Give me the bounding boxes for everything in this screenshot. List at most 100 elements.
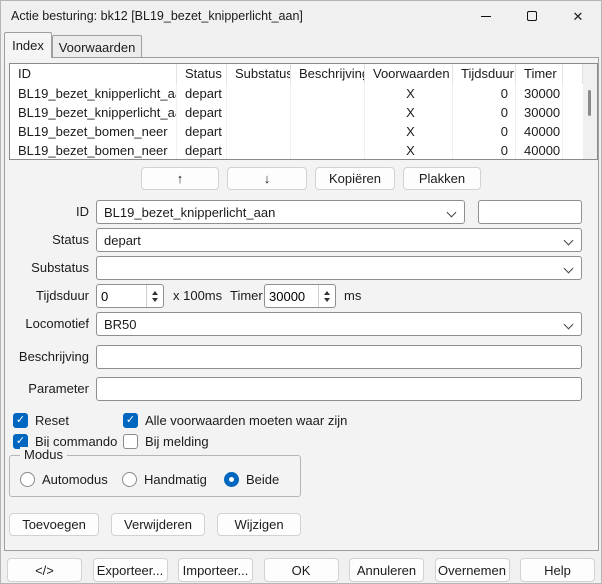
chevron-down-icon: [564, 320, 574, 330]
cell-beschrijving: [291, 103, 365, 122]
checkbox-checked-icon: ✓: [13, 413, 28, 428]
table-row[interactable]: BL19_bezet_bomen_neer depart X 0 40000: [10, 122, 583, 141]
modus-legend: Modus: [20, 447, 67, 462]
table-scrollbar[interactable]: [583, 64, 597, 159]
cell-voorwaarden: X: [365, 84, 453, 103]
column-header[interactable]: Beschrijving: [291, 64, 365, 84]
cell-beschrijving: [291, 141, 365, 159]
cell-beschrijving: [291, 84, 365, 103]
automodus-radio[interactable]: Automodus: [20, 470, 108, 488]
beide-radio[interactable]: Beide: [224, 470, 279, 488]
maximize-icon: [527, 11, 537, 21]
cell-filler: [563, 122, 583, 141]
stepper-arrows[interactable]: [146, 285, 163, 307]
cell-filler: [563, 141, 583, 159]
cell-filler: [563, 103, 583, 122]
reset-checkbox[interactable]: ✓ Reset: [13, 411, 69, 429]
cell-beschrijving: [291, 122, 365, 141]
minimize-button[interactable]: [463, 1, 509, 31]
cell-id: BL19_bezet_bomen_neer: [10, 141, 177, 159]
code-button[interactable]: </>: [7, 558, 82, 582]
tab-voorwaarden[interactable]: Voorwaarden: [52, 35, 142, 58]
cell-timer: 30000: [516, 103, 563, 122]
cell-substatus: [227, 103, 291, 122]
action-table[interactable]: ID Status Substatus Beschrijving Voorwaa…: [9, 63, 598, 160]
stepper-arrows[interactable]: [318, 285, 335, 307]
chevron-down-icon: [447, 208, 457, 218]
column-header[interactable]: Substatus: [227, 64, 291, 84]
cell-voorwaarden: X: [365, 122, 453, 141]
cell-substatus: [227, 141, 291, 159]
cell-voorwaarden: X: [365, 141, 453, 159]
checkbox-checked-icon: ✓: [123, 413, 138, 428]
close-button[interactable]: ✕: [555, 1, 601, 31]
arrow-up-icon[interactable]: [152, 291, 158, 295]
cell-status: depart: [177, 84, 227, 103]
timer-input[interactable]: [265, 285, 318, 307]
title-bar[interactable]: Actie besturing: bk12 [BL19_bezet_knippe…: [1, 1, 601, 31]
annuleren-button[interactable]: Annuleren: [349, 558, 424, 582]
overnemen-button[interactable]: Overnemen: [435, 558, 510, 582]
beschrijving-field[interactable]: [96, 345, 582, 369]
status-combobox[interactable]: depart: [96, 228, 582, 252]
column-header[interactable]: Tijdsduur: [453, 64, 516, 84]
id-combobox[interactable]: BL19_bezet_knipperlicht_aan: [96, 200, 465, 224]
column-header[interactable]: ID: [10, 64, 177, 84]
cell-substatus: [227, 84, 291, 103]
substatus-combobox[interactable]: [96, 256, 582, 280]
ok-button[interactable]: OK: [264, 558, 339, 582]
locomotief-label: Locomotief: [1, 312, 89, 336]
scrollbar-thumb[interactable]: [588, 90, 591, 116]
radio-unselected-icon: [122, 472, 137, 487]
maximize-button[interactable]: [509, 1, 555, 31]
cell-tijdsduur: 0: [453, 103, 516, 122]
radio-unselected-icon: [20, 472, 35, 487]
move-up-button[interactable]: ↑: [141, 167, 219, 190]
alle-voorwaarden-checkbox[interactable]: ✓ Alle voorwaarden moeten waar zijn: [123, 411, 347, 429]
arrow-down-icon[interactable]: [324, 298, 330, 302]
verwijderen-button[interactable]: Verwijderen: [111, 513, 205, 536]
substatus-label: Substatus: [1, 256, 89, 280]
copy-button[interactable]: Kopiëren: [315, 167, 395, 190]
importeer-button[interactable]: Importeer...: [178, 558, 253, 582]
minimize-icon: [481, 16, 491, 17]
cell-status: depart: [177, 103, 227, 122]
id-extra-field[interactable]: [478, 200, 582, 224]
arrow-up-icon[interactable]: [324, 291, 330, 295]
radio-label: Beide: [246, 472, 279, 487]
toevoegen-button[interactable]: Toevoegen: [9, 513, 99, 536]
parameter-field[interactable]: [96, 377, 582, 401]
table-row[interactable]: BL19_bezet_knipperlicht_aan depart X 0 3…: [10, 103, 583, 122]
timer-stepper[interactable]: [264, 284, 336, 308]
tijdsduur-stepper[interactable]: [96, 284, 164, 308]
checkbox-label: Bij melding: [145, 434, 209, 449]
exporteer-button[interactable]: Exporteer...: [93, 558, 168, 582]
table-row[interactable]: BL19_bezet_knipperlicht_aan depart X 0 3…: [10, 84, 583, 103]
column-header[interactable]: Status: [177, 64, 227, 84]
bij-melding-checkbox[interactable]: Bij melding: [123, 432, 209, 450]
tijdsduur-input[interactable]: [97, 285, 146, 307]
modus-groupbox: Modus Automodus Handmatig Beide: [9, 455, 301, 497]
status-label: Status: [1, 228, 89, 252]
column-header[interactable]: Voorwaarden: [365, 64, 453, 84]
cell-voorwaarden: X: [365, 103, 453, 122]
column-header[interactable]: Timer: [516, 64, 563, 84]
help-button[interactable]: Help: [520, 558, 595, 582]
close-icon: ✕: [573, 10, 584, 23]
move-down-button[interactable]: ↓: [227, 167, 307, 190]
locomotief-combobox[interactable]: BR50: [96, 312, 582, 336]
tab-index[interactable]: Index: [4, 32, 52, 58]
table-row[interactable]: BL19_bezet_bomen_neer depart X 0 40000: [10, 141, 583, 159]
arrow-down-icon[interactable]: [152, 298, 158, 302]
status-value: depart: [104, 233, 141, 248]
cell-tijdsduur: 0: [453, 122, 516, 141]
cell-id: BL19_bezet_knipperlicht_aan: [10, 103, 177, 122]
chevron-down-icon: [564, 236, 574, 246]
cell-tijdsduur: 0: [453, 141, 516, 159]
id-value: BL19_bezet_knipperlicht_aan: [104, 205, 275, 220]
tijdsduur-unit: x 100ms: [173, 284, 222, 308]
paste-button[interactable]: Plakken: [403, 167, 481, 190]
cell-filler: [563, 84, 583, 103]
wijzigen-button[interactable]: Wijzigen: [217, 513, 301, 536]
handmatig-radio[interactable]: Handmatig: [122, 470, 207, 488]
